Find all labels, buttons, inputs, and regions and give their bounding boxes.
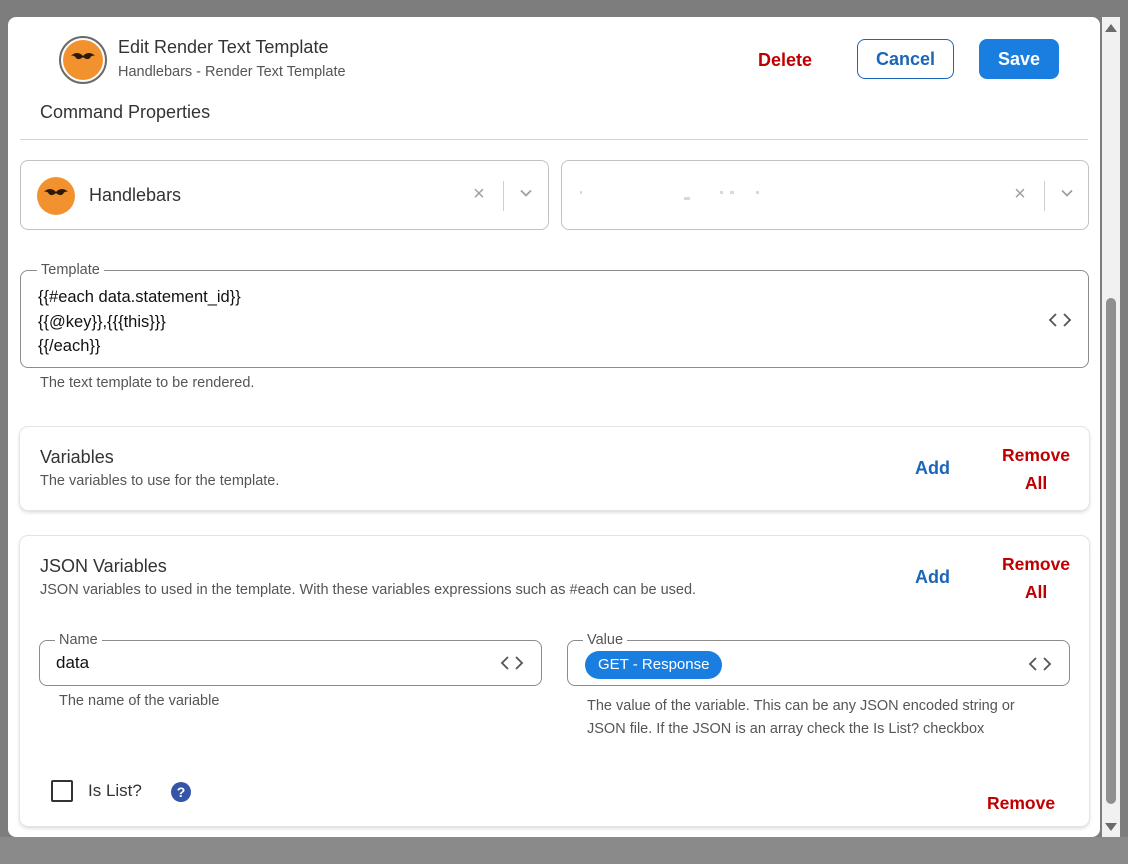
connector-select[interactable]: Handlebars × [20,160,549,230]
name-helper-text: The name of the variable [59,693,220,709]
redacted-value [580,191,760,201]
header-divider [20,139,1088,140]
value-label: Value [583,632,628,648]
action-select[interactable]: × [561,160,1089,230]
template-input[interactable]: {{#each data.statement_id}} {{@key}},{{{… [38,285,241,359]
variables-description: The variables to use for the template. [40,473,280,489]
is-list-checkbox[interactable] [51,780,73,802]
code-icon[interactable] [1027,656,1053,672]
edit-command-modal: Edit Render Text Template Handlebars - R… [8,17,1100,837]
add-json-variable-button[interactable]: Add [915,567,950,588]
template-label: Template [37,262,104,278]
code-icon[interactable] [1047,312,1073,328]
remove-variable-button[interactable]: Remove [987,793,1055,814]
variable-name-field[interactable]: Name data [39,632,542,686]
handlebars-logo [59,36,107,84]
value-chip[interactable]: GET - Response [585,651,723,679]
scroll-down-icon[interactable] [1105,823,1117,831]
remove-all-label-line2: All [1024,473,1048,493]
help-icon[interactable]: ? [171,782,191,802]
select-separator [503,181,504,211]
json-variables-description: JSON variables to used in the template. … [40,582,697,598]
chevron-down-icon[interactable] [1061,187,1073,199]
clear-icon[interactable]: × [1010,183,1030,206]
variable-value-field[interactable]: Value GET - Response [567,632,1070,686]
page-subtitle: Handlebars - Render Text Template [118,64,346,80]
is-list-label: Is List? [88,781,142,800]
mustache-icon [63,40,103,80]
save-button[interactable]: Save [979,39,1059,79]
cancel-button[interactable]: Cancel [857,39,954,79]
remove-all-label-line1: Remove [1001,445,1071,465]
clear-icon[interactable]: × [469,183,489,206]
code-icon[interactable] [499,655,525,671]
page-title: Edit Render Text Template [118,37,329,57]
scroll-up-icon[interactable] [1105,24,1117,32]
connector-select-value: Handlebars [89,185,182,205]
remove-all-variables-button[interactable]: Remove All [995,441,1077,497]
remove-all-json-variables-button[interactable]: Remove All [995,550,1077,606]
delete-button[interactable]: Delete [740,41,830,79]
mustache-icon [37,177,75,215]
variable-name-input[interactable]: data [56,653,89,673]
variables-card: Variables The variables to use for the t… [20,427,1089,510]
select-separator [1044,181,1045,211]
template-helper-text: The text template to be rendered. [40,375,255,391]
remove-all-label-line2: All [1024,582,1048,602]
section-title: Command Properties [40,102,211,122]
value-helper-text: The value of the variable. This can be a… [587,695,1015,741]
add-variable-button[interactable]: Add [915,458,950,479]
scrollbar-thumb[interactable] [1106,298,1116,804]
remove-all-label-line1: Remove [1001,554,1071,574]
value-helper-line2: JSON file. If the JSON is an array check… [587,721,985,737]
variables-title: Variables [40,447,114,467]
chevron-down-icon[interactable] [520,187,532,199]
template-field[interactable]: Template {{#each data.statement_id}} {{@… [20,262,1089,368]
value-helper-line1: The value of the variable. This can be a… [587,698,1015,714]
background-overlay [0,837,1128,864]
json-variables-title: JSON Variables [40,556,167,576]
json-variables-card: JSON Variables JSON variables to used in… [20,536,1089,826]
name-label: Name [55,632,102,648]
